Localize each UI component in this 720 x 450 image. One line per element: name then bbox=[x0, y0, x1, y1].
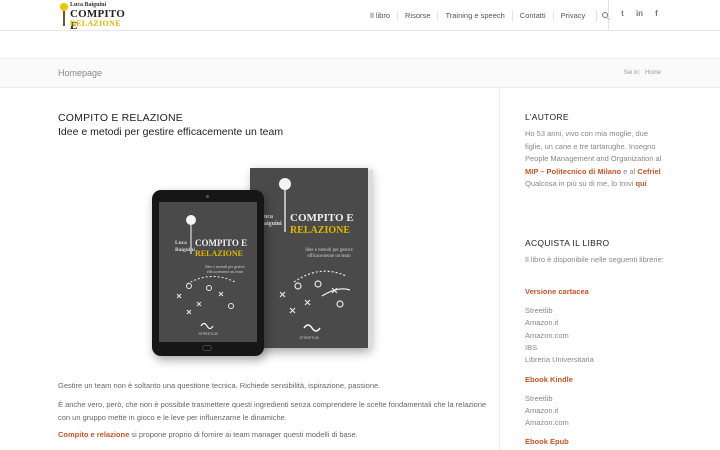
tablet-cover-subtitle: Idee e metodi per gestire efficacemente … bbox=[205, 264, 245, 274]
title-bar: Homepage Sei in: Home bbox=[0, 58, 720, 88]
page-title[interactable]: Homepage bbox=[58, 68, 102, 78]
cefriel-link[interactable]: Cefriel bbox=[637, 167, 660, 176]
buy-text: Il libro è disponibile nelle seguenti li… bbox=[525, 255, 664, 264]
buy-heading: ACQUISTA IL LIBRO bbox=[525, 238, 610, 248]
author-text: Ho 53 anni, vivo con mia moglie, due fig… bbox=[525, 129, 662, 188]
nav-item-training[interactable]: Training e speech bbox=[437, 10, 511, 21]
breadcrumb-prefix: Sei in: bbox=[623, 70, 641, 76]
site-logo[interactable]: Luca Baiguini COMPITO E RELAZIONE bbox=[58, 1, 128, 32]
cover-subtitle: Idee e metodi per gestire efficacemente … bbox=[305, 248, 353, 259]
facebook-icon[interactable]: f bbox=[652, 9, 661, 18]
store-link[interactable]: IBS bbox=[525, 343, 537, 352]
logo-title-line2: RELAZIONE bbox=[70, 19, 121, 28]
site-header: Luca Baiguini COMPITO E RELAZIONE Il lib… bbox=[0, 0, 720, 32]
store-link[interactable]: Amazon.it bbox=[525, 406, 558, 415]
paragraph-3: Compito e relazione si propone proprio d… bbox=[58, 430, 358, 439]
breadcrumb: Sei in: Home bbox=[624, 70, 661, 76]
cover-title: COMPITO E bbox=[290, 212, 354, 224]
author-heading: L’AUTORE bbox=[525, 112, 569, 122]
book-cover-image: Luca Baiguini COMPITO E RELAZIONE Idee e… bbox=[250, 168, 373, 348]
main-nav: Il libro Risorse Training e speech Conta… bbox=[363, 0, 611, 31]
bulb-drawing bbox=[279, 178, 291, 190]
tablet-cover-title: COMPITO E bbox=[195, 238, 248, 248]
store-link[interactable]: Amazon.com bbox=[525, 418, 569, 427]
tablet-image: Luca Baiguini COMPITO E RELAZIONE Idee e… bbox=[152, 190, 264, 356]
tablet-cover-publisher: STREETLIB bbox=[198, 332, 218, 336]
tablet-screen: Luca Baiguini COMPITO E RELAZIONE Idee e… bbox=[159, 202, 257, 342]
home-button bbox=[202, 345, 212, 351]
linkedin-icon[interactable]: in bbox=[635, 9, 644, 18]
main-content: COMPITO E RELAZIONE Idee e metodi per ge… bbox=[0, 88, 500, 450]
content-heading: COMPITO E RELAZIONE bbox=[58, 112, 183, 124]
kindle-heading[interactable]: Ebook Kindle bbox=[525, 375, 573, 384]
content-subheading: Idee e metodi per gestire efficacemente … bbox=[58, 126, 284, 138]
lightbulb-icon bbox=[60, 3, 68, 11]
mip-link[interactable]: MIP – Politecnico di Milano bbox=[525, 167, 621, 176]
store-link[interactable]: Streetlib bbox=[525, 394, 553, 403]
about-me-link[interactable]: qui bbox=[635, 179, 646, 188]
nav-item-privacy[interactable]: Privacy bbox=[552, 10, 593, 21]
paragraph-3-link[interactable]: Compito e relazione bbox=[58, 430, 129, 439]
cover-title-2: RELAZIONE bbox=[290, 225, 351, 236]
print-heading[interactable]: Versione cartacea bbox=[525, 287, 589, 296]
store-link[interactable]: Amazon.it bbox=[525, 318, 558, 327]
breadcrumb-home[interactable]: Home bbox=[645, 70, 661, 76]
epub-heading[interactable]: Ebook Epub bbox=[525, 437, 569, 446]
store-link[interactable]: Streetlib bbox=[525, 306, 553, 315]
social-links: t in f bbox=[618, 9, 661, 18]
store-link[interactable]: Amazon.com bbox=[525, 331, 569, 340]
tablet-cover-title-2: RELAZIONE bbox=[195, 249, 244, 258]
cover-publisher: STREETLIB bbox=[299, 336, 319, 340]
tablet-cover-author: Luca Baiguini bbox=[175, 240, 195, 253]
nav-item-contatti[interactable]: Contatti bbox=[511, 10, 553, 21]
store-link[interactable]: Libreria Universitaria bbox=[525, 355, 594, 364]
paragraph-1: Gestire un team non è soltanto una quest… bbox=[58, 381, 381, 390]
paragraph-2: È anche vero, però, che non è possibile … bbox=[58, 400, 487, 422]
nav-item-risorse[interactable]: Risorse bbox=[397, 10, 437, 21]
camera-icon bbox=[206, 195, 209, 198]
twitter-icon[interactable]: t bbox=[618, 9, 627, 18]
nav-item-il-libro[interactable]: Il libro bbox=[363, 11, 397, 21]
